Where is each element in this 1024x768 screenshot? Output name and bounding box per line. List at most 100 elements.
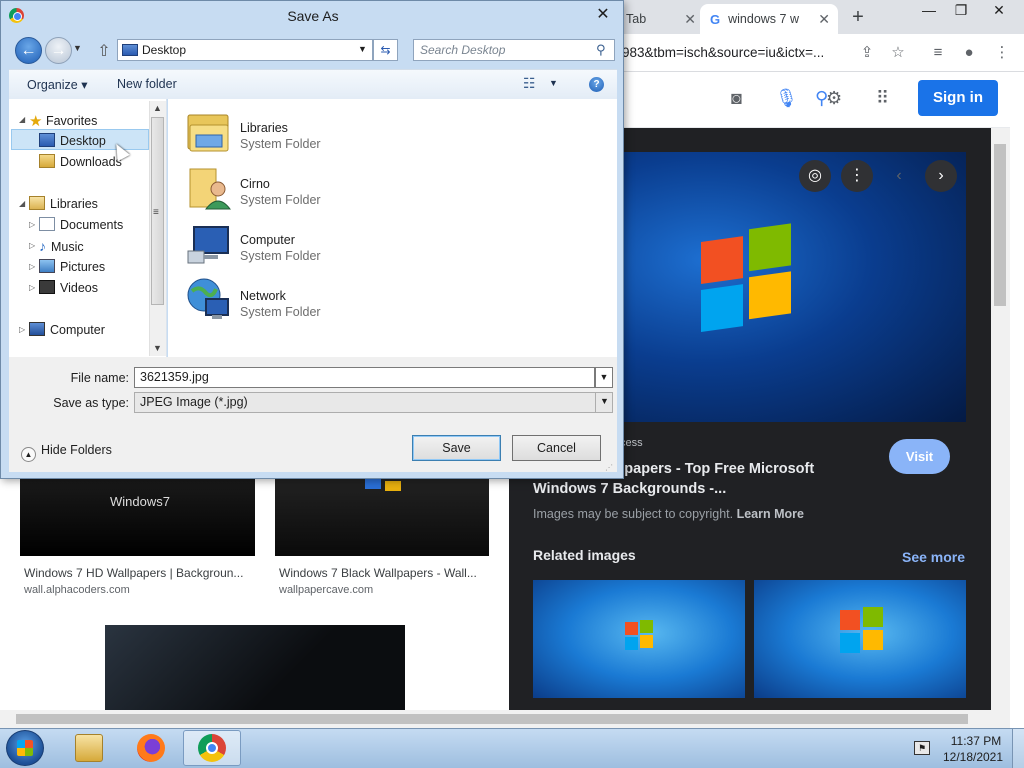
windows-logo-icon xyxy=(625,620,653,650)
file-list: Libraries System Folder Cirno System Fol… xyxy=(168,99,617,357)
related-image[interactable] xyxy=(533,580,745,698)
tree-item-downloads[interactable]: Downloads xyxy=(39,154,122,169)
file-name: Computer xyxy=(240,233,295,247)
visit-button[interactable]: Visit xyxy=(889,439,950,474)
save-button[interactable]: Save xyxy=(412,435,501,461)
close-icon[interactable]: ✕ xyxy=(593,4,613,24)
copyright-notice: Images may be subject to copyright. Lear… xyxy=(533,507,804,521)
url-bar[interactable]: 983&tbm=isch&source=iu&ictx=... xyxy=(622,45,824,60)
tree-item-documents[interactable]: ▷ Documents xyxy=(29,217,123,232)
expand-arrow-icon[interactable]: ◢ xyxy=(19,199,25,208)
tree-label: Computer xyxy=(50,323,105,337)
mic-icon[interactable]: 🎙 xyxy=(775,88,798,109)
profile-icon[interactable]: ● xyxy=(958,42,980,64)
chevron-down-icon[interactable]: ▼ xyxy=(595,392,613,413)
expand-arrow-icon[interactable]: ▷ xyxy=(29,283,35,292)
result-thumbnail[interactable] xyxy=(275,479,489,556)
file-name-input[interactable]: 3621359.jpg xyxy=(134,367,595,388)
apps-grid-icon[interactable]: ⠿ xyxy=(876,88,889,109)
save-as-type-select[interactable]: JPEG Image (*.jpg) xyxy=(134,392,613,413)
tree-item-favorites[interactable]: ◢ ★ Favorites xyxy=(19,112,97,130)
forward-button[interactable]: → xyxy=(45,37,72,64)
command-bar: Organize ▾ New folder ☷ ▼ ? xyxy=(9,69,617,99)
file-item-computer[interactable]: Computer System Folder xyxy=(168,217,468,269)
share-icon[interactable]: ⇪ xyxy=(856,42,878,64)
tree-item-pictures[interactable]: ▷ Pictures xyxy=(29,259,105,274)
show-desktop-button[interactable] xyxy=(1012,729,1024,768)
scroll-down-icon[interactable]: ▼ xyxy=(153,343,162,353)
close-icon[interactable]: ✕ xyxy=(984,2,1014,19)
tree-label: Videos xyxy=(60,281,98,295)
result-source: wall.alphacoders.com xyxy=(24,584,130,596)
camera-icon[interactable]: ◙ xyxy=(731,88,742,109)
tree-item-desktop[interactable]: Desktop xyxy=(39,133,106,148)
close-icon[interactable]: ✕ xyxy=(818,11,830,28)
chevron-down-icon[interactable]: ▼ xyxy=(595,367,613,388)
expand-arrow-icon[interactable]: ▷ xyxy=(19,325,25,334)
start-button[interactable] xyxy=(6,730,44,766)
menu-icon[interactable]: ⋮ xyxy=(991,42,1013,64)
result-source: wallpapercave.com xyxy=(279,584,374,596)
help-icon[interactable]: ? xyxy=(589,77,604,92)
bookmark-star-icon[interactable]: ☆ xyxy=(887,42,909,64)
scrollbar-thumb[interactable] xyxy=(994,144,1006,306)
search-input[interactable]: Search Desktop ⚲ xyxy=(413,39,615,61)
result-caption[interactable]: Windows 7 Black Wallpapers - Wall... xyxy=(279,566,477,580)
result-thumbnail[interactable]: Windows7 xyxy=(20,479,255,556)
clock-time[interactable]: 11:37 PM xyxy=(946,734,1006,748)
scrollbar-thumb[interactable] xyxy=(16,714,968,724)
settings-gear-icon[interactable]: ⚙ xyxy=(826,88,842,109)
desktop-icon xyxy=(39,133,55,147)
browser-tab-1[interactable]: Tab ✕ xyxy=(616,4,704,34)
documents-icon xyxy=(39,217,55,231)
recent-pages-dropdown-icon[interactable]: ▼ xyxy=(73,43,82,53)
clock-date[interactable]: 12/18/2021 xyxy=(940,750,1006,764)
related-images-title: Related images xyxy=(533,547,636,563)
resize-grip-icon[interactable]: ⋰ xyxy=(605,463,613,472)
view-options-icon[interactable]: ☷ xyxy=(523,75,536,92)
organize-button[interactable]: Organize ▾ xyxy=(27,77,87,92)
browser-tab-2[interactable]: G windows 7 w ✕ xyxy=(700,4,838,34)
back-button[interactable]: ← xyxy=(15,37,42,64)
previous-icon[interactable]: ‹ xyxy=(883,160,915,192)
file-item-network[interactable]: Network System Folder xyxy=(168,273,468,325)
new-folder-button[interactable]: New folder xyxy=(117,77,177,91)
minimize-icon[interactable]: — xyxy=(914,2,944,18)
address-bar[interactable]: Desktop ▼ xyxy=(117,39,373,61)
expand-arrow-icon[interactable]: ◢ xyxy=(19,115,25,124)
close-icon[interactable]: ✕ xyxy=(684,11,696,28)
reading-list-icon[interactable]: ≡ xyxy=(927,42,949,64)
new-tab-button[interactable]: + xyxy=(846,6,870,30)
tree-item-music[interactable]: ▷ ♪ Music xyxy=(29,238,84,254)
tree-item-videos[interactable]: ▷ Videos xyxy=(29,280,98,295)
chevron-down-icon[interactable]: ▼ xyxy=(358,44,367,54)
taskbar-chrome[interactable] xyxy=(183,730,241,766)
file-type: System Folder xyxy=(240,193,321,207)
refresh-button[interactable]: ⇆ xyxy=(373,39,398,61)
result-caption[interactable]: Windows 7 HD Wallpapers | Backgroun... xyxy=(24,566,243,580)
lens-search-icon[interactable]: ◎ xyxy=(799,160,831,192)
learn-more-link[interactable]: Learn More xyxy=(737,507,804,521)
next-icon[interactable]: › xyxy=(925,160,957,192)
cancel-button[interactable]: Cancel xyxy=(512,435,601,461)
more-options-icon[interactable]: ⋮ xyxy=(841,160,873,192)
tree-item-computer[interactable]: ▷ Computer xyxy=(19,322,105,337)
chevron-down-icon[interactable]: ▼ xyxy=(549,78,558,88)
action-center-icon[interactable]: ⚑ xyxy=(914,741,930,755)
see-more-link[interactable]: See more xyxy=(902,549,965,565)
expand-arrow-icon[interactable]: ▷ xyxy=(29,262,35,271)
maximize-icon[interactable]: ❐ xyxy=(946,2,976,19)
expand-arrow-icon[interactable]: ▷ xyxy=(29,220,35,229)
result-thumbnail[interactable] xyxy=(20,620,488,710)
scroll-up-icon[interactable]: ▲ xyxy=(153,103,162,113)
tree-item-libraries[interactable]: ◢ Libraries xyxy=(19,196,98,211)
sign-in-button[interactable]: Sign in xyxy=(918,80,998,116)
up-arrow-icon[interactable]: ⇧ xyxy=(95,41,113,61)
hide-folders-button[interactable]: ▲ Hide Folders xyxy=(21,443,112,462)
file-item-libraries[interactable]: Libraries System Folder xyxy=(168,105,468,157)
expand-arrow-icon[interactable]: ▷ xyxy=(29,241,35,250)
taskbar-explorer[interactable] xyxy=(60,730,118,766)
related-image[interactable] xyxy=(754,580,966,698)
taskbar-firefox[interactable] xyxy=(122,730,180,766)
file-item-cirno[interactable]: Cirno System Folder xyxy=(168,161,468,213)
